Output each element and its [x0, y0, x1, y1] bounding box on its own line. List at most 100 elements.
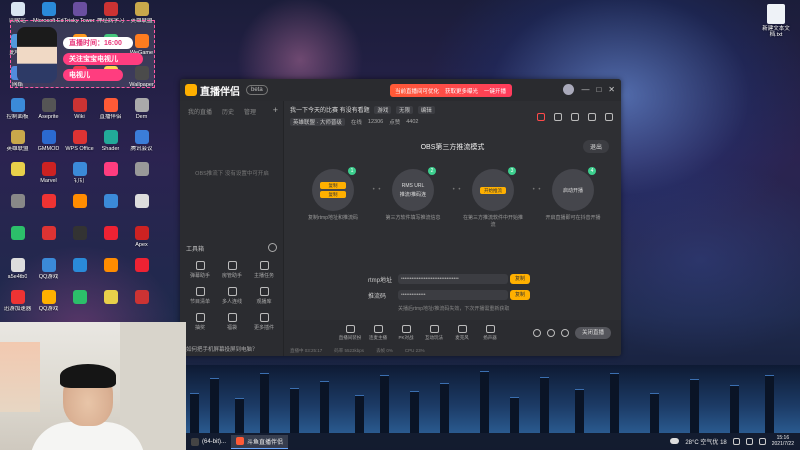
taskbar-item-live-companion[interactable]: 斗鱼直播伴侣 [231, 434, 289, 449]
app-icon [72, 290, 87, 304]
edit-room-button[interactable]: 编辑 [417, 106, 435, 114]
desktop-icon[interactable]: 迅游加速器 [2, 290, 33, 322]
toolbox-settings-icon[interactable] [268, 243, 277, 252]
desktop-icon[interactable] [2, 226, 33, 258]
taskbar-item-obs[interactable]: (64-bit)... [186, 435, 231, 449]
desktop-icon[interactable] [126, 290, 157, 322]
desktop-icon[interactable]: WPS Office [64, 130, 95, 162]
copy-button[interactable]: 复制 [320, 191, 346, 198]
copy-rtmp-button[interactable]: 复制 [510, 274, 531, 284]
desktop-icon[interactable]: Dem [126, 98, 157, 130]
co-host-button[interactable]: 连麦主播 [368, 325, 388, 341]
volume-icon[interactable] [745, 437, 753, 445]
desktop-icon[interactable] [2, 194, 33, 226]
pk-button[interactable]: PK对战 [396, 325, 416, 341]
category-tag[interactable]: 英雄联盟 · 大师晋级 [290, 118, 345, 126]
desktop-icon[interactable]: GMMOD [33, 130, 64, 162]
user-avatar[interactable] [563, 84, 575, 95]
promo-banner[interactable]: 当前直播间可优化 获取更多曝光 一键开播 [390, 84, 512, 97]
desktop-icon[interactable] [2, 162, 33, 194]
desktop-icon[interactable] [95, 162, 126, 194]
desktop-icon[interactable] [126, 162, 157, 194]
tool-lottery[interactable]: 抽奖 [184, 313, 216, 339]
desktop-icon[interactable]: Aseprite [33, 98, 64, 130]
gift-icon [195, 313, 205, 322]
desktop-icon[interactable]: Wiki [64, 98, 95, 130]
room-tag-game[interactable]: 游戏 [374, 106, 392, 114]
desktop-icon[interactable] [64, 194, 95, 226]
online-count: 12306 [367, 119, 384, 125]
stop-live-button[interactable]: 关闭直播 [574, 327, 611, 339]
screen-cast-help-link[interactable]: 如何把手机屏幕投屏到电脑？ [186, 345, 258, 353]
clock[interactable]: 15:16 2021/7/22 [772, 435, 794, 447]
desktop-icon[interactable] [64, 226, 95, 258]
desktop-icon[interactable] [95, 194, 126, 226]
version-pill[interactable]: beta [246, 85, 268, 95]
tool-program-list[interactable]: 节目清单 [184, 287, 216, 313]
lock-icon[interactable] [554, 113, 562, 121]
message-icon[interactable] [571, 113, 579, 121]
share-icon[interactable] [605, 113, 613, 121]
desktop-icon[interactable] [33, 194, 64, 226]
app-icon [134, 290, 149, 304]
speaker-button[interactable]: 扬声器 [480, 325, 500, 341]
stream-key-field[interactable]: •••••••••••••• [398, 290, 508, 300]
desktop-icon[interactable] [95, 226, 126, 258]
desktop-icon[interactable] [64, 258, 95, 290]
list-icon [195, 287, 205, 296]
desktop-icon[interactable]: 腾讯会议 [126, 130, 157, 162]
tool-more[interactable]: 更多插件 [248, 313, 280, 339]
desktop-icon[interactable] [95, 290, 126, 322]
tool-multi-link[interactable]: 多人连线 [216, 287, 248, 313]
desktop-icon[interactable]: Marvel [33, 162, 64, 194]
desktop-icon[interactable]: 控制面板 [2, 98, 33, 130]
overlay-name: 电视儿 [63, 69, 123, 81]
add-scene-button[interactable]: + [273, 105, 278, 115]
network-icon[interactable] [732, 437, 740, 445]
desktop-icon-textfile[interactable]: 新建文本文档.txt [756, 4, 796, 38]
tab-my-live[interactable]: 我的直播 [188, 107, 212, 116]
room-tag-infinite[interactable]: 无限 [396, 106, 414, 114]
tab-manage[interactable]: 管理 [244, 107, 256, 116]
desktop-icon[interactable] [126, 258, 157, 290]
maximize-button[interactable]: □ [596, 85, 601, 94]
gift-box-icon[interactable] [537, 113, 545, 121]
desktop-icon[interactable] [33, 226, 64, 258]
desktop-icon[interactable] [64, 290, 95, 322]
settings-icon[interactable] [560, 329, 569, 337]
interaction-button[interactable]: 互动玩法 [424, 325, 444, 341]
room-decor-button[interactable]: 直播间装扮 [339, 325, 361, 341]
desktop-icon[interactable]: 直播伴侣 [95, 98, 126, 130]
tool-tasks[interactable]: 主播任务 [248, 261, 280, 287]
desktop-icon[interactable] [126, 194, 157, 226]
copy-key-button[interactable]: 复制 [510, 290, 531, 300]
ime-icon[interactable] [758, 437, 766, 445]
tool-room-admin[interactable]: 房管助手 [216, 261, 248, 287]
tool-lucky-bag[interactable]: 福袋 [216, 313, 248, 339]
tab-history[interactable]: 历史 [222, 107, 234, 116]
desktop-icon[interactable]: Apex [126, 226, 157, 258]
desktop-icon[interactable]: 英雄联盟 [2, 130, 33, 162]
library-icon [259, 287, 269, 296]
desktop-icon[interactable] [95, 258, 126, 290]
microphone-button[interactable]: 麦克风 [452, 325, 472, 341]
rtmp-url-field[interactable]: ••••••••••••••••••••••••••••••••• [398, 274, 508, 284]
desktop-icon[interactable]: QQ游戏 [33, 258, 64, 290]
bell-icon[interactable] [588, 113, 596, 121]
copy-button[interactable]: 复制 [320, 182, 346, 189]
close-button[interactable]: ✕ [608, 85, 615, 94]
eye-icon[interactable] [546, 329, 555, 337]
exit-obs-button[interactable]: 退出 [582, 140, 609, 153]
desktop-icon[interactable]: a5e4tb0 [2, 258, 33, 290]
desktop-icon[interactable]: 钉钉 [64, 162, 95, 194]
app-icon [10, 2, 25, 16]
desktop-icon[interactable]: QQ游戏 [33, 290, 64, 322]
toolbox-title: 工具箱 [186, 247, 205, 253]
desktop-icon[interactable]: Shader [95, 130, 126, 162]
weather-text[interactable]: 28°C 空气优 18 [685, 437, 726, 446]
minimize-button[interactable]: — [581, 85, 589, 94]
tool-library[interactable]: 观播库 [248, 287, 280, 313]
tool-danmu[interactable]: 弹幕助手 [184, 261, 216, 287]
app-logo: 直播伴侣 [185, 83, 240, 98]
camera-icon[interactable] [532, 329, 541, 337]
